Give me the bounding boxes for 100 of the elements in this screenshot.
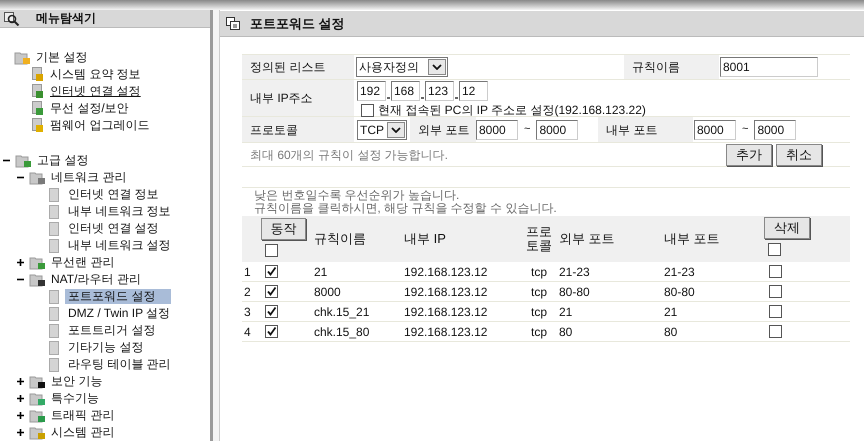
tree-item[interactable]: 내부 네트워크 정보 (65, 204, 174, 219)
window-icon (226, 17, 240, 30)
range-separator: ~ (524, 122, 530, 138)
checkbox[interactable] (265, 325, 278, 338)
checkbox[interactable] (265, 285, 278, 298)
page-icon (49, 238, 59, 252)
table-cell-text: 2 (243, 284, 252, 300)
column-header: 규칙이름 (314, 230, 366, 248)
tree-item[interactable]: 무선랜 관리 (51, 255, 114, 270)
collapse-icon[interactable] (17, 276, 25, 283)
table-cell-text: tcp (530, 284, 547, 300)
search-icon (4, 12, 20, 26)
page-icon (49, 222, 59, 236)
tree-item[interactable]: 시스템 요약 정보 (50, 67, 141, 82)
table-cell: 80-80 (664, 284, 695, 298)
table-cell: 80 (664, 324, 678, 338)
tree-item[interactable]: 시스템 관리 (51, 425, 114, 440)
tree-item[interactable]: 펌웨어 업그레이드 (50, 118, 150, 133)
chevron-down-icon (432, 64, 442, 70)
table-cell: 80 (559, 324, 572, 338)
dropdown[interactable]: TCP (357, 120, 407, 140)
tree-item[interactable]: 고급 설정 (37, 153, 88, 168)
table-cell: 192.168.123.12 (404, 284, 488, 298)
action-button[interactable]: 삭제 (764, 217, 810, 239)
tree-item[interactable]: 인터넷 연결 설정 (65, 221, 162, 236)
text-field[interactable]: 8000 (754, 120, 796, 140)
tree-item[interactable]: 무선 설정/보안 (50, 101, 129, 116)
tree-item[interactable]: 인터넷 연결 정보 (65, 187, 162, 202)
folder-icon (29, 392, 47, 406)
checkbox[interactable] (769, 325, 782, 338)
tree-item[interactable]: 내부 네트워크 설정 (65, 238, 174, 253)
info-note: 낮은 번호일수록 우선순위가 높습니다. (254, 189, 460, 202)
action-button[interactable]: 동작 (261, 218, 306, 240)
checkbox[interactable] (361, 104, 374, 116)
expand-icon[interactable] (17, 429, 25, 436)
tree-item[interactable]: 기본 설정 (36, 50, 88, 65)
page-icon (49, 324, 59, 338)
text-field[interactable]: 192 (357, 81, 386, 101)
tree-item[interactable]: 보안 기능 (51, 374, 102, 389)
page-icon (49, 340, 59, 354)
text-field[interactable]: 8000 (694, 120, 736, 140)
rule-name-link[interactable]: chk.15_21 (314, 304, 370, 318)
page-icon (49, 188, 59, 202)
tree-item[interactable]: 포트트리거 설정 (65, 323, 158, 338)
tree-item[interactable]: 라우팅 테이블 관리 (65, 357, 174, 372)
table-cell: 21 (664, 304, 678, 318)
expand-icon[interactable] (17, 395, 25, 402)
collapse-icon[interactable] (3, 157, 11, 164)
expand-icon[interactable] (17, 259, 25, 266)
rule-name-link[interactable]: 8000 (314, 284, 341, 298)
page-icon (32, 84, 44, 99)
checkbox[interactable] (769, 285, 782, 298)
checkbox[interactable] (265, 265, 278, 278)
checkbox[interactable] (265, 305, 278, 318)
tree-item[interactable]: 인터넷 연결 설정 (50, 84, 141, 99)
limit-note: 최대 60개의 규칙이 설정 가능합니다. (249, 146, 450, 164)
sidebar-title: 메뉴탐색기 (36, 11, 96, 26)
expand-icon[interactable] (17, 412, 25, 419)
column-header: 외부 포트 (559, 230, 615, 248)
folder-icon (14, 50, 32, 64)
collapse-icon[interactable] (17, 174, 25, 181)
rule-name-link[interactable]: 21 (314, 264, 328, 278)
page-icon (32, 118, 44, 133)
folder-icon (29, 426, 47, 440)
table-cell: 192.168.123.12 (404, 304, 488, 318)
checkbox[interactable] (265, 244, 278, 257)
table-cell: 192.168.123.12 (404, 264, 488, 278)
column-header: 내부 IP (404, 230, 446, 248)
dropdown[interactable]: 사용자정의 (356, 57, 448, 77)
folder-icon (29, 256, 47, 270)
tree-item[interactable]: NAT/라우터 관리 (51, 272, 141, 287)
table-cell-text: 1 (243, 264, 252, 280)
tree-item[interactable]: 트래픽 관리 (51, 408, 114, 423)
page-icon (49, 290, 59, 304)
tree-item[interactable]: 기타기능 설정 (65, 340, 146, 355)
table-cell: 21 (559, 304, 572, 318)
text-field[interactable]: 12 (459, 81, 488, 101)
checkbox[interactable] (769, 305, 782, 318)
table-cell: 80-80 (559, 284, 590, 298)
table-cell-text: tcp (530, 304, 547, 320)
checkbox[interactable] (768, 243, 781, 256)
tree-item[interactable]: 포트포워드 설정 (65, 289, 171, 304)
table-cell: 192.168.123.12 (404, 324, 488, 338)
action-button[interactable]: 취소 (776, 144, 822, 166)
tree-item[interactable]: 네트워크 관리 (51, 170, 126, 185)
panel-title: 포트포워드 설정 (250, 14, 345, 33)
text-field[interactable]: 168 (391, 81, 420, 101)
text-field[interactable]: 8001 (720, 57, 818, 77)
text-field[interactable]: 8000 (476, 120, 518, 140)
checkbox[interactable] (769, 265, 782, 278)
rule-name-link[interactable]: chk.15_80 (314, 324, 370, 338)
page-icon (32, 67, 44, 82)
action-button[interactable]: 추가 (726, 144, 772, 166)
field-label: 외부 포트 (418, 122, 470, 138)
text-field[interactable]: 123 (425, 81, 454, 101)
tree-item[interactable]: 특수기능 (51, 391, 99, 406)
expand-icon[interactable] (17, 378, 25, 385)
text-field[interactable]: 8000 (536, 120, 578, 140)
table-cell-text: 3 (243, 304, 252, 320)
tree-item[interactable]: DMZ / Twin IP 설정 (65, 306, 174, 321)
